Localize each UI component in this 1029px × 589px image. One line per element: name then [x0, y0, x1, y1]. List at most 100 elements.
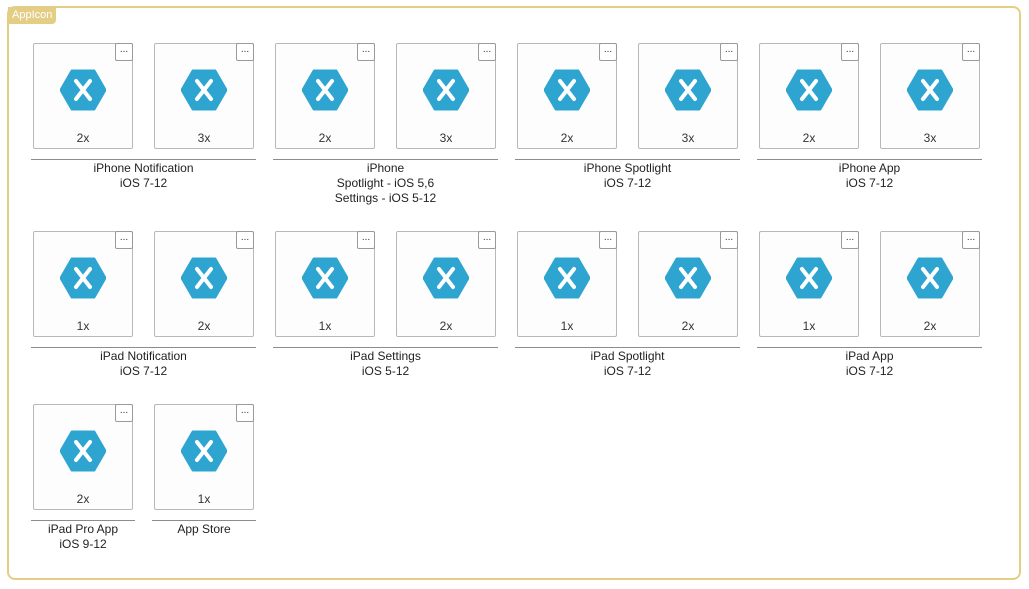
group-divider: [31, 347, 256, 348]
scale-label: 3x: [439, 131, 453, 145]
icon-slot-1x[interactable]: ... 1x: [154, 404, 254, 510]
group-subtitle: iOS 7-12: [845, 176, 894, 190]
icon-slot-3x[interactable]: ... 3x: [638, 43, 738, 149]
scale-label: 3x: [197, 131, 211, 145]
more-options-button[interactable]: ...: [599, 231, 617, 249]
xamarin-logo-icon: [423, 69, 469, 111]
group-subtitle: iOS 5-12: [361, 364, 410, 378]
group-title: iPad Spotlight: [590, 349, 665, 363]
icon-slot-1x[interactable]: ... 1x: [275, 231, 375, 337]
xamarin-logo-icon: [907, 69, 953, 111]
more-options-button[interactable]: ...: [478, 231, 496, 249]
group-label: iPad Notification iOS 7-12: [31, 349, 256, 379]
group-subtitle: Spotlight - iOS 5,6: [336, 176, 435, 190]
more-options-button[interactable]: ...: [962, 231, 980, 249]
more-options-button[interactable]: ...: [599, 43, 617, 61]
xamarin-logo-icon: [544, 257, 590, 299]
xamarin-logo-icon: [786, 69, 832, 111]
scale-label: 1x: [802, 319, 816, 333]
more-options-button[interactable]: ...: [720, 231, 738, 249]
more-options-button[interactable]: ...: [720, 43, 738, 61]
xamarin-logo-icon: [181, 257, 227, 299]
scale-label: 3x: [923, 131, 937, 145]
scale-label: 2x: [923, 319, 937, 333]
xamarin-logo-icon: [60, 257, 106, 299]
scale-label: 2x: [560, 131, 574, 145]
icon-slot-2x[interactable]: ... 2x: [33, 404, 133, 510]
scale-label: 2x: [681, 319, 695, 333]
xamarin-logo-icon: [665, 257, 711, 299]
group-subtitle: Settings - iOS 5-12: [334, 191, 437, 205]
group-title: iPhone: [366, 161, 405, 175]
group-label: iPad App iOS 7-12: [757, 349, 982, 379]
xamarin-logo-icon: [544, 69, 590, 111]
group-divider: [515, 347, 740, 348]
more-options-button[interactable]: ...: [236, 43, 254, 61]
more-options-button[interactable]: ...: [962, 43, 980, 61]
group-title: iPad Notification: [100, 349, 187, 363]
icon-slot-3x[interactable]: ... 3x: [154, 43, 254, 149]
scale-label: 1x: [560, 319, 574, 333]
xamarin-logo-icon: [181, 430, 227, 472]
more-options-button[interactable]: ...: [841, 231, 859, 249]
more-options-button[interactable]: ...: [115, 404, 133, 422]
group-subtitle: iOS 7-12: [119, 176, 168, 190]
scale-label: 2x: [76, 131, 90, 145]
xamarin-logo-icon: [181, 69, 227, 111]
scale-label: 2x: [76, 492, 90, 506]
scale-label: 2x: [802, 131, 816, 145]
group-label: iPhone Spotlight iOS 7-12: [515, 161, 740, 191]
group-divider: [152, 520, 256, 521]
scale-label: 3x: [681, 131, 695, 145]
group-subtitle: iOS 7-12: [603, 176, 652, 190]
group-subtitle: iOS 7-12: [603, 364, 652, 378]
icon-slot-2x[interactable]: ... 2x: [880, 231, 980, 337]
icon-slot-2x[interactable]: ... 2x: [759, 43, 859, 149]
xamarin-logo-icon: [60, 430, 106, 472]
group-divider: [515, 159, 740, 160]
group-label: iPhone App iOS 7-12: [757, 161, 982, 191]
group-title: iPad Pro App: [47, 522, 119, 536]
scale-label: 1x: [76, 319, 90, 333]
group-divider: [757, 347, 982, 348]
scale-label: 2x: [439, 319, 453, 333]
xamarin-logo-icon: [423, 257, 469, 299]
more-options-button[interactable]: ...: [841, 43, 859, 61]
more-options-button[interactable]: ...: [357, 231, 375, 249]
group-divider: [273, 347, 498, 348]
xamarin-logo-icon: [302, 69, 348, 111]
group-title: iPad Settings: [350, 349, 421, 363]
more-options-button[interactable]: ...: [236, 404, 254, 422]
group-title: iPhone Spotlight: [583, 161, 672, 175]
icon-slot-3x[interactable]: ... 3x: [396, 43, 496, 149]
scale-label: 1x: [197, 492, 211, 506]
icon-slot-2x[interactable]: ... 2x: [396, 231, 496, 337]
group-label: App Store: [152, 522, 256, 537]
icon-slot-2x[interactable]: ... 2x: [275, 43, 375, 149]
group-subtitle: iOS 7-12: [119, 364, 168, 378]
group-label: iPhone Notification iOS 7-12: [31, 161, 256, 191]
group-title: iPhone App: [838, 161, 901, 175]
icon-slot-1x[interactable]: ... 1x: [759, 231, 859, 337]
scale-label: 2x: [197, 319, 211, 333]
icon-slot-1x[interactable]: ... 1x: [33, 231, 133, 337]
xamarin-logo-icon: [786, 257, 832, 299]
more-options-button[interactable]: ...: [236, 231, 254, 249]
more-options-button[interactable]: ...: [115, 43, 133, 61]
icon-slot-2x[interactable]: ... 2x: [154, 231, 254, 337]
group-title: iPhone Notification: [93, 161, 194, 175]
more-options-button[interactable]: ...: [357, 43, 375, 61]
icon-slot-2x[interactable]: ... 2x: [33, 43, 133, 149]
icon-slot-2x[interactable]: ... 2x: [517, 43, 617, 149]
scale-label: 1x: [318, 319, 332, 333]
more-options-button[interactable]: ...: [115, 231, 133, 249]
icon-slot-1x[interactable]: ... 1x: [517, 231, 617, 337]
icon-slot-3x[interactable]: ... 3x: [880, 43, 980, 149]
group-label: iPad Spotlight iOS 7-12: [515, 349, 740, 379]
group-divider: [31, 520, 135, 521]
group-divider: [757, 159, 982, 160]
xamarin-logo-icon: [302, 257, 348, 299]
more-options-button[interactable]: ...: [478, 43, 496, 61]
icon-slot-2x[interactable]: ... 2x: [638, 231, 738, 337]
panel-title: AppIcon: [8, 7, 57, 24]
